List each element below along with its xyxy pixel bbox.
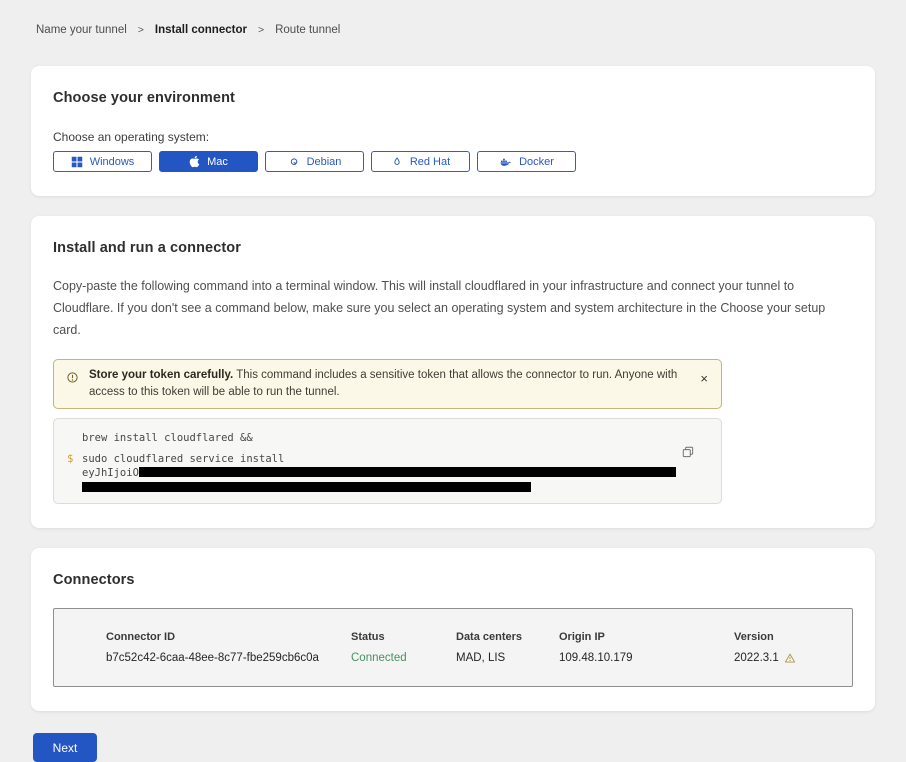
connectors-table: Connector ID Status Data centers Origin … [53,608,853,687]
column-header-data-centers: Data centers [456,631,559,643]
docker-icon [499,156,512,168]
breadcrumb-separator: > [138,24,144,36]
data-centers-value: MAD, LIS [456,652,559,664]
os-button-windows[interactable]: Windows [53,151,152,172]
column-header-status: Status [351,631,456,643]
os-button-label: Mac [207,156,228,168]
next-button[interactable]: Next [33,733,97,762]
warning-triangle-icon[interactable] [784,652,796,664]
install-connector-card: Install and run a connector Copy-paste t… [31,216,875,528]
redacted-token-bar [139,467,676,477]
redhat-icon [391,156,403,168]
connector-id-value: b7c52c42-6caa-48ee-8c77-fbe259cb6c0a [106,652,351,664]
column-header-version: Version [734,631,842,643]
code-line-brew: brew install cloudflared && [82,431,703,445]
os-button-label: Debian [307,156,342,168]
os-button-debian[interactable]: Debian [265,151,364,172]
tunnel-setup-page: Name your tunnel > Install connector > R… [0,0,906,762]
apple-icon [189,155,200,168]
shell-prompt: $ [67,452,73,466]
environment-card-title: Choose your environment [53,90,853,106]
column-header-origin-ip: Origin IP [559,631,734,643]
os-button-label: Red Hat [410,156,450,168]
status-badge: Connected [351,652,456,664]
column-header-connector-id: Connector ID [106,631,351,643]
redacted-token-bar [82,482,531,492]
breadcrumb-install-connector[interactable]: Install connector [155,24,247,36]
close-icon[interactable]: × [697,372,711,385]
breadcrumb-separator: > [258,24,264,36]
os-button-redhat[interactable]: Red Hat [371,151,470,172]
warning-text: Store your token carefully. This command… [89,367,687,402]
breadcrumb: Name your tunnel > Install connector > R… [36,24,875,36]
token-prefix: eyJhIjoiO [82,467,139,479]
token-warning-banner: Store your token carefully. This command… [53,359,722,410]
connectors-card-title: Connectors [53,572,853,588]
debian-icon [288,156,300,168]
os-button-group: Windows Mac Debian [53,151,853,172]
code-line-sudo: $ sudo cloudflared service install [82,452,703,466]
environment-card: Choose your environment Choose an operat… [31,66,875,196]
code-line-token: eyJhIjoiO [82,466,703,480]
alert-circle-icon [66,371,79,384]
os-button-label: Docker [519,156,554,168]
connectors-card: Connectors Connector ID Status Data cent… [31,548,875,711]
os-button-mac[interactable]: Mac [159,151,258,172]
copy-icon[interactable] [681,445,695,462]
install-card-title: Install and run a connector [53,240,853,256]
warning-bold-text: Store your token carefully. [89,369,233,381]
breadcrumb-name-your-tunnel[interactable]: Name your tunnel [36,24,127,36]
version-value: 2022.3.1 [734,652,842,664]
os-select-label: Choose an operating system: [53,130,853,144]
install-description: Copy-paste the following command into a … [53,276,845,342]
origin-ip-value: 109.48.10.179 [559,652,734,664]
install-command-codeblock: brew install cloudflared && $ sudo cloud… [53,418,722,504]
breadcrumb-route-tunnel[interactable]: Route tunnel [275,24,340,36]
windows-icon [71,156,83,168]
os-button-label: Windows [90,156,135,168]
os-button-docker[interactable]: Docker [477,151,576,172]
